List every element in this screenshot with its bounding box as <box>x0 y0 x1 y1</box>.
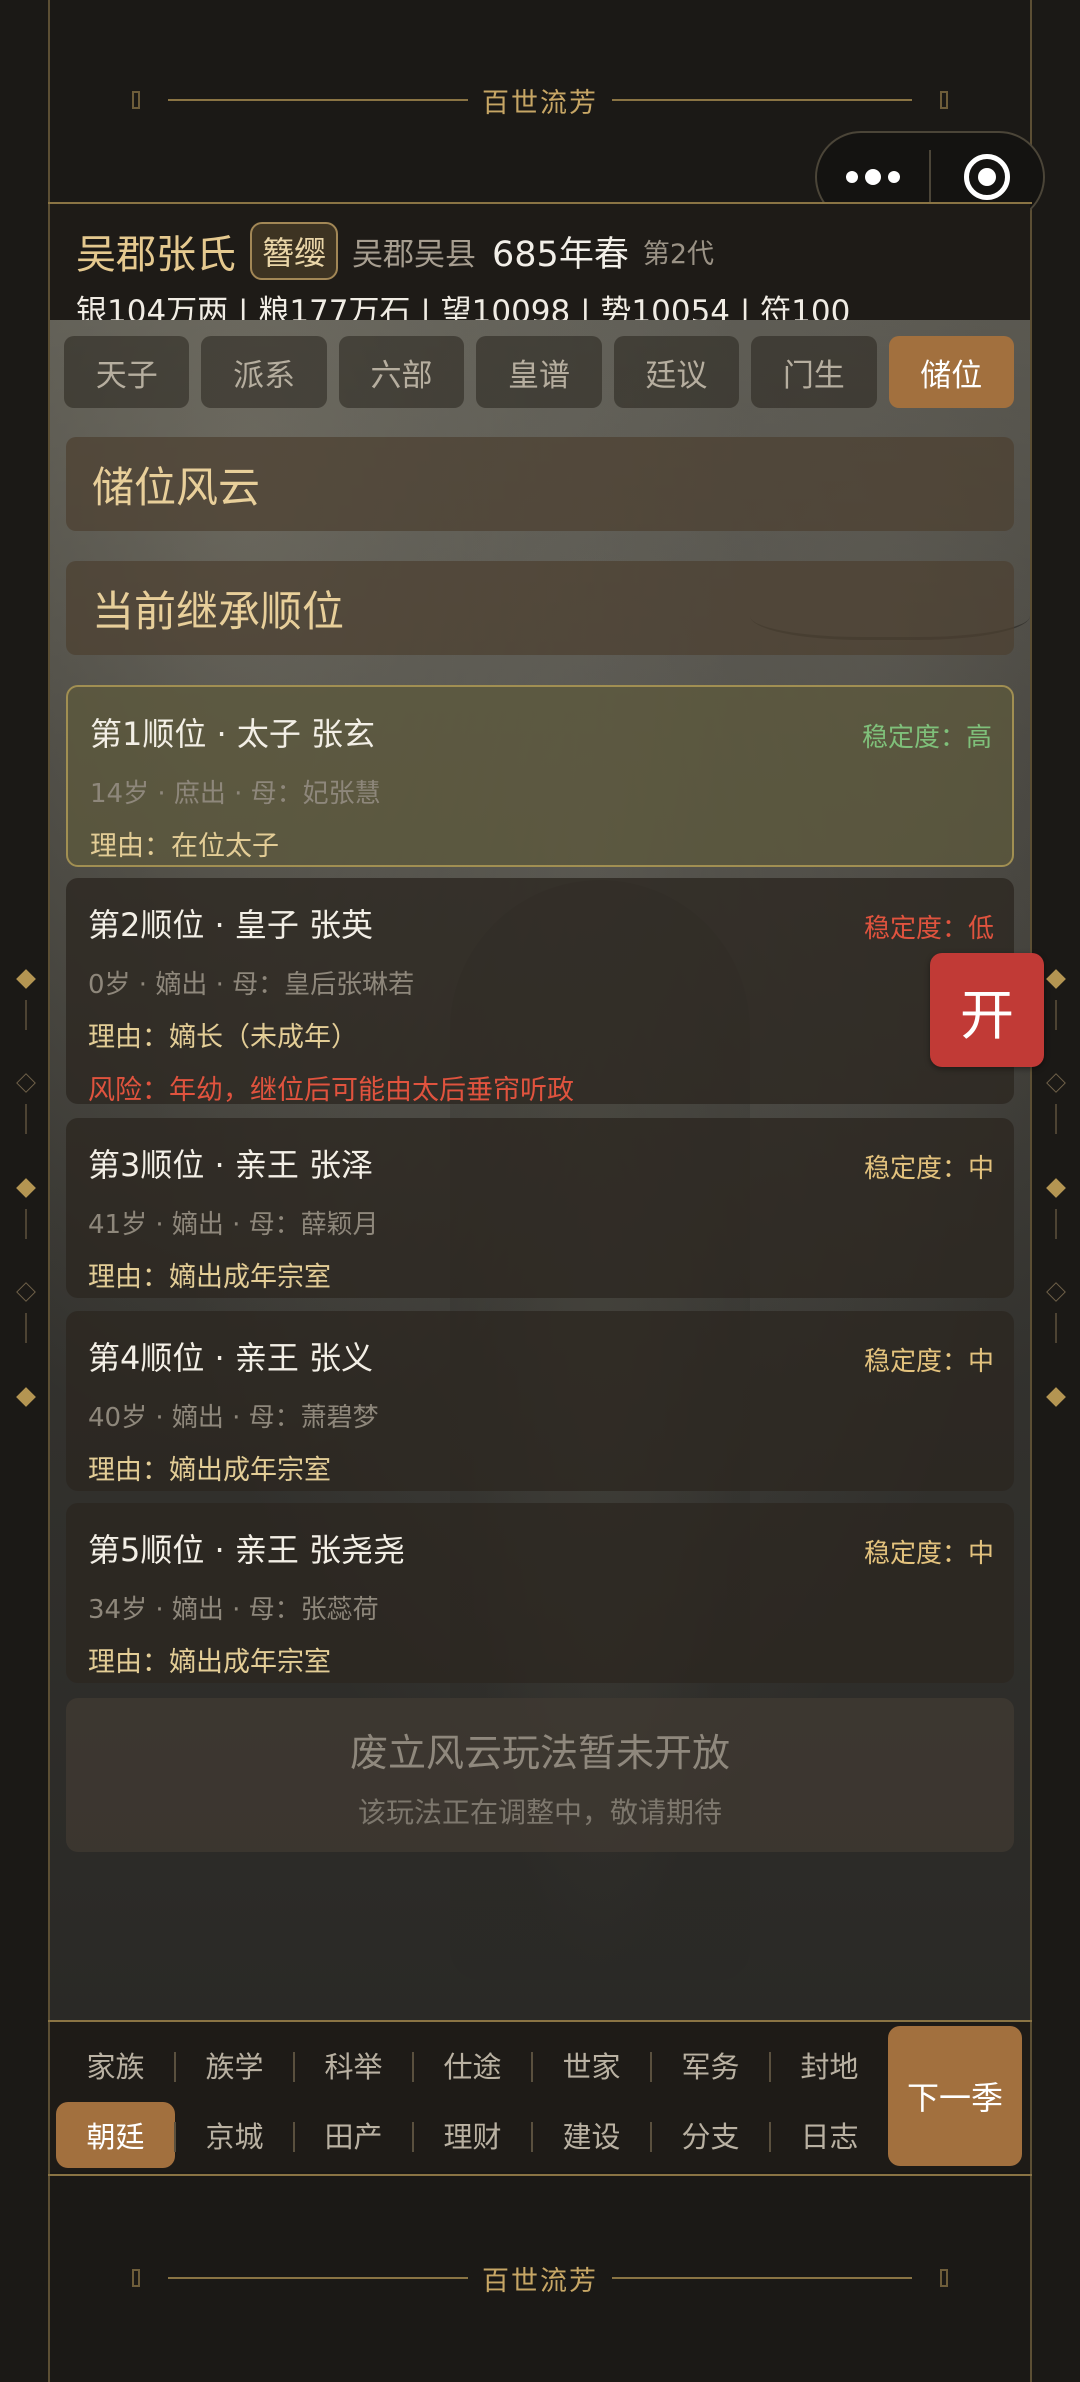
tab-court-debate[interactable]: 廷议 <box>613 336 740 408</box>
nav-item-military[interactable]: 军务 <box>650 2032 770 2098</box>
nav-item-exam[interactable]: 科举 <box>293 2032 413 2098</box>
heir-reason: 理由：在位太子 <box>90 831 279 862</box>
more-icon[interactable] <box>817 169 929 185</box>
tab-tianzi[interactable]: 天子 <box>64 336 190 408</box>
heir-title: 第3顺位 · 亲王 张泽 <box>88 1146 374 1184</box>
banner-end-ornament <box>132 2269 140 2287</box>
banner-rule <box>168 99 468 101</box>
heir-stability: 稳定度：低 <box>863 914 994 944</box>
deposition-notice: 废立风云玩法暂未开放 该玩法正在调整中，敬请期待 <box>66 1698 1014 1852</box>
heir-title: 第4顺位 · 亲王 张义 <box>88 1339 374 1377</box>
heir-info: 41岁 · 嫡出 · 母：薛颖月 <box>88 1210 379 1240</box>
diamond-ornament-icon <box>1046 1073 1066 1093</box>
nav-item-capital[interactable]: 京城 <box>174 2102 294 2168</box>
generation-label: 第2代 <box>642 238 715 270</box>
heir-info: 14岁 · 庶出 · 母：妃张慧 <box>90 779 381 809</box>
section-title: 储位风云 <box>66 437 1014 531</box>
ornament-dash <box>1055 1209 1057 1239</box>
ornament-dash <box>25 1209 27 1239</box>
heir-reason: 理由：嫡出成年宗室 <box>88 1262 331 1293</box>
heir-stability: 稳定度：中 <box>863 1347 994 1377</box>
heir-info: 40岁 · 嫡出 · 母：萧碧梦 <box>88 1403 379 1433</box>
clan-location: 吴郡吴县 <box>352 236 477 273</box>
heir-stability: 稳定度：中 <box>863 1154 994 1184</box>
heir-card[interactable]: 第4顺位 · 亲王 张义 稳定度：中 40岁 · 嫡出 · 母：萧碧梦 理由：嫡… <box>66 1311 1014 1491</box>
heir-risk: 风险：年幼，继位后可能由太后垂帘听政 <box>88 1075 574 1106</box>
nav-item-log[interactable]: 日志 <box>769 2102 889 2168</box>
current-year: 685年春 <box>492 234 629 275</box>
notice-subtitle: 该玩法正在调整中，敬请期待 <box>357 1796 722 1829</box>
ornament-dash <box>25 1313 27 1343</box>
banner-end-ornament <box>940 91 948 109</box>
nav-item-fields[interactable]: 田产 <box>293 2102 413 2168</box>
nav-row: 朝廷 京城 田产 理财 建设 分支 日志 <box>56 2102 889 2168</box>
ornament-dash <box>25 1000 27 1030</box>
nav-item-court[interactable]: 朝廷 <box>56 2102 175 2168</box>
frame-line-right <box>1030 0 1032 2382</box>
heir-card[interactable]: 第1顺位 · 太子 张玄 稳定度：高 14岁 · 庶出 · 母：妃张慧 理由：在… <box>66 685 1014 867</box>
nav-item-clan-school[interactable]: 族学 <box>174 2032 294 2098</box>
tab-faction[interactable]: 派系 <box>201 336 327 408</box>
diamond-ornament-icon <box>1046 1282 1066 1302</box>
banner-rule <box>612 99 912 101</box>
ornament-dash <box>1055 1104 1057 1134</box>
next-season-button[interactable]: 下一季 <box>888 2026 1022 2166</box>
tab-six-ministries[interactable]: 六部 <box>338 336 465 408</box>
tab-disciples[interactable]: 门生 <box>751 336 877 408</box>
heir-reason: 理由：嫡出成年宗室 <box>88 1647 331 1678</box>
heir-stability: 稳定度：高 <box>861 723 992 753</box>
heir-stability: 稳定度：中 <box>863 1539 994 1569</box>
nav-item-fief[interactable]: 封地 <box>769 2032 889 2098</box>
diamond-ornament-icon <box>16 969 36 989</box>
nav-item-family[interactable]: 家族 <box>56 2032 175 2098</box>
nav-item-finance[interactable]: 理财 <box>412 2102 532 2168</box>
banner-title: 百世流芳 <box>482 87 598 119</box>
banner-rule <box>168 2277 468 2279</box>
ornament-dash <box>1055 1313 1057 1343</box>
ornament-dash <box>1055 1000 1057 1030</box>
nav-item-branches[interactable]: 分支 <box>650 2102 770 2168</box>
clan-name: 吴郡张氏 <box>76 232 236 278</box>
heir-card[interactable]: 第5顺位 · 亲王 张尧尧 稳定度：中 34岁 · 嫡出 · 母：张蕊荷 理由：… <box>66 1503 1014 1683</box>
diamond-ornament-icon <box>1046 969 1066 989</box>
nav-row: 家族 族学 科举 仕途 世家 军务 封地 <box>56 2032 889 2098</box>
heir-reason: 理由：嫡长（未成年） <box>88 1022 358 1053</box>
heir-title: 第2顺位 · 皇子 张英 <box>88 906 374 944</box>
heir-info: 0岁 · 嫡出 · 母：皇后张琳若 <box>88 970 415 1000</box>
heir-title: 第1顺位 · 太子 张玄 <box>90 715 376 753</box>
close-target-icon[interactable] <box>931 154 1043 200</box>
heir-info: 34岁 · 嫡出 · 母：张蕊荷 <box>88 1595 379 1625</box>
nav-item-noble-houses[interactable]: 世家 <box>531 2032 651 2098</box>
tab-imperial-genealogy[interactable]: 皇谱 <box>476 336 602 408</box>
diamond-ornament-icon <box>1046 1178 1066 1198</box>
heir-reason: 理由：嫡出成年宗室 <box>88 1455 331 1486</box>
diamond-ornament-icon <box>16 1282 36 1302</box>
notice-title: 废立风云玩法暂未开放 <box>349 1731 730 1775</box>
open-button[interactable]: 开 <box>930 953 1044 1067</box>
nav-item-career[interactable]: 仕途 <box>412 2032 532 2098</box>
banner-end-ornament <box>132 91 140 109</box>
bottom-nav: 家族 族学 科举 仕途 世家 军务 封地 朝廷 京城 田产 理财 建设 分支 日… <box>50 2022 1030 2172</box>
rank-badge: 簪缨 <box>250 222 339 280</box>
diamond-ornament-icon <box>16 1178 36 1198</box>
succession-order-heading: 当前继承顺位 <box>66 561 1014 655</box>
diamond-ornament-icon <box>16 1073 36 1093</box>
diamond-ornament-icon <box>1046 1387 1066 1407</box>
heir-card[interactable]: 第2顺位 · 皇子 张英 稳定度：低 0岁 · 嫡出 · 母：皇后张琳若 理由：… <box>66 878 1014 1106</box>
ornament-dash <box>25 1104 27 1134</box>
bottom-banner: 百世流芳 <box>50 2178 1030 2378</box>
banner-title: 百世流芳 <box>482 2265 598 2297</box>
banner-rule <box>612 2277 912 2279</box>
nav-item-construction[interactable]: 建设 <box>531 2102 651 2168</box>
tab-succession[interactable]: 储位 <box>888 336 1014 408</box>
heir-card[interactable]: 第3顺位 · 亲王 张泽 稳定度：中 41岁 · 嫡出 · 母：薛颖月 理由：嫡… <box>66 1118 1014 1298</box>
court-tab-bar: 天子 派系 六部 皇谱 廷议 门生 储位 <box>64 336 1014 408</box>
heir-title: 第5顺位 · 亲王 张尧尧 <box>88 1531 406 1569</box>
banner-end-ornament <box>940 2269 948 2287</box>
clan-header: 吴郡张氏 簪缨 吴郡吴县 685年春 第2代 银104万两 | 粮177万石 |… <box>50 204 1030 330</box>
nav-rule <box>48 2174 1032 2176</box>
diamond-ornament-icon <box>16 1387 36 1407</box>
